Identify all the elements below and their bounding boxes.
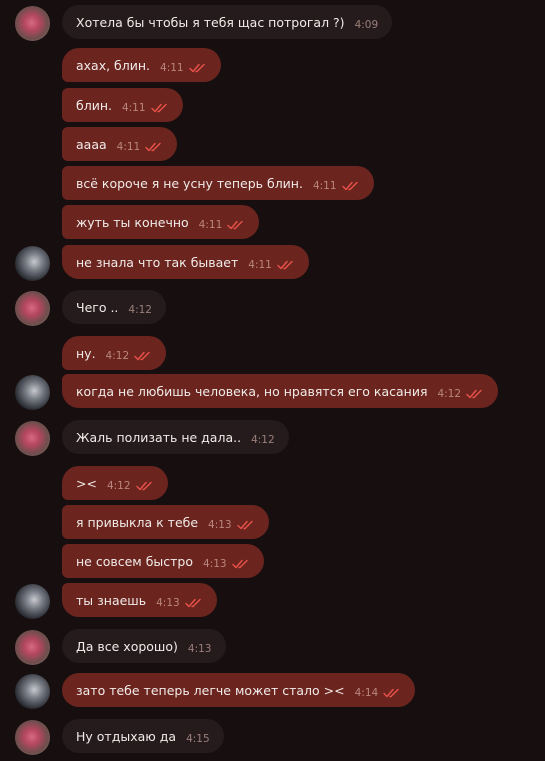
double-check-icon	[236, 520, 255, 530]
outgoing-message[interactable]: ну. 4:12	[0, 336, 545, 370]
message-text: когда не любишь человека, но нравятся ег…	[76, 383, 428, 399]
outgoing-message[interactable]: зато тебе теперь легче может стало >< 4:1…	[0, 673, 545, 709]
double-check-icon	[277, 260, 295, 270]
message-text: Хотела бы чтобы я тебя щас потрогал ?)	[76, 14, 345, 30]
message-time: 4:12	[128, 304, 152, 316]
message-bubble[interactable]: ну. 4:12	[62, 336, 167, 370]
double-check-icon	[145, 142, 163, 152]
message-text: Ну отдыхаю да	[76, 728, 177, 744]
double-check-icon	[188, 63, 207, 73]
incoming-message[interactable]: Чего .. 4:12	[0, 290, 545, 326]
message-text: ты знаешь	[76, 592, 147, 608]
message-text: аааа	[76, 136, 107, 152]
outgoing-message[interactable]: не знала что так бывает 4:11	[0, 245, 545, 281]
message-time: 4:13	[208, 519, 232, 531]
message-bubble[interactable]: ты знаешь 4:13	[62, 583, 217, 617]
message-bubble[interactable]: когда не любишь человека, но нравятся ег…	[62, 374, 499, 408]
message-time: 4:14	[354, 687, 379, 699]
outgoing-message[interactable]: жуть ты конечно 4:11	[0, 205, 545, 239]
contact-avatar[interactable]	[15, 421, 50, 456]
incoming-message[interactable]: Да все хорошо) 4:13	[0, 629, 545, 665]
my-avatar[interactable]	[15, 674, 50, 709]
message-time: 4:12	[251, 434, 275, 446]
message-time: 4:11	[121, 102, 146, 114]
contact-avatar[interactable]	[15, 291, 50, 326]
message-time: 4:11	[312, 180, 337, 192]
outgoing-message[interactable]: я привыкла к тебе 4:13	[0, 505, 545, 539]
outgoing-message[interactable]: >< 4:12	[0, 466, 545, 500]
message-bubble[interactable]: аааа 4:11	[62, 127, 178, 161]
message-bubble[interactable]: не знала что так бывает 4:11	[62, 245, 309, 279]
message-text: Чего ..	[76, 299, 119, 315]
message-text: ><	[76, 475, 97, 491]
message-time: 4:12	[105, 350, 130, 362]
double-check-icon	[134, 351, 152, 361]
my-avatar[interactable]	[15, 584, 50, 619]
incoming-message[interactable]: Хотела бы чтобы я тебя щас потрогал ?) 4:…	[0, 5, 545, 41]
message-bubble[interactable]: не совсем быстро 4:13	[62, 544, 264, 578]
message-bubble[interactable]: жуть ты конечно 4:11	[62, 205, 260, 239]
outgoing-message[interactable]: блин. 4:11	[0, 88, 545, 122]
message-text: ахах, блин.	[76, 57, 151, 73]
incoming-message[interactable]: Ну отдыхаю да 4:15	[0, 719, 545, 755]
message-text: Жаль полизать не дала..	[76, 429, 242, 445]
double-check-icon	[150, 103, 169, 113]
message-text: жуть ты конечно	[76, 214, 189, 230]
message-text: не совсем быстро	[76, 553, 194, 569]
double-check-icon	[383, 688, 401, 698]
outgoing-message[interactable]: аааа 4:11	[0, 127, 545, 161]
message-text: блин.	[76, 97, 112, 113]
outgoing-message[interactable]: не совсем быстро 4:13	[0, 544, 545, 578]
message-bubble[interactable]: всё короче я не усну теперь блин. 4:11	[62, 166, 374, 200]
double-check-icon	[227, 220, 245, 230]
message-text: ну.	[76, 345, 96, 361]
double-check-icon	[341, 181, 360, 191]
message-text: всё короче я не усну теперь блин.	[76, 175, 303, 191]
double-check-icon	[466, 389, 484, 399]
chat-message-list[interactable]: Хотела бы чтобы я тебя щас потрогал ?) 4:…	[0, 0, 545, 761]
message-time: 4:13	[187, 643, 212, 655]
contact-avatar[interactable]	[15, 630, 50, 665]
outgoing-message[interactable]: когда не любишь человека, но нравятся ег…	[0, 374, 545, 410]
my-avatar[interactable]	[15, 375, 50, 410]
message-text: не знала что так бывает	[76, 254, 239, 270]
outgoing-message[interactable]: ты знаешь 4:13	[0, 583, 545, 619]
message-bubble[interactable]: Жаль полизать не дала.. 4:12	[62, 420, 289, 454]
double-check-icon	[135, 481, 154, 491]
double-check-icon	[231, 559, 250, 569]
message-bubble[interactable]: Ну отдыхаю да 4:15	[62, 719, 224, 753]
outgoing-message[interactable]: ахах, блин. 4:11	[0, 48, 545, 82]
message-text: Да все хорошо)	[76, 638, 178, 654]
message-bubble[interactable]: я привыкла к тебе 4:13	[62, 505, 269, 539]
outgoing-message[interactable]: всё короче я не усну теперь блин. 4:11	[0, 166, 545, 200]
message-time: 4:13	[203, 558, 227, 570]
double-check-icon	[185, 598, 203, 608]
message-bubble[interactable]: блин. 4:11	[62, 88, 183, 122]
message-bubble[interactable]: Чего .. 4:12	[62, 290, 166, 324]
contact-avatar[interactable]	[15, 6, 50, 41]
message-time: 4:15	[186, 733, 210, 745]
incoming-message[interactable]: Жаль полизать не дала.. 4:12	[0, 420, 545, 456]
message-bubble[interactable]: >< 4:12	[62, 466, 168, 500]
message-bubble[interactable]: Хотела бы чтобы я тебя щас потрогал ?) 4:…	[62, 5, 393, 39]
message-time: 4:12	[437, 388, 462, 400]
message-text: зато тебе теперь легче может стало ><	[76, 682, 345, 698]
message-time: 4:12	[106, 480, 131, 492]
my-avatar[interactable]	[15, 246, 50, 281]
message-time: 4:09	[354, 19, 379, 31]
message-bubble[interactable]: ахах, блин. 4:11	[62, 48, 221, 82]
message-text: я привыкла к тебе	[76, 514, 199, 530]
contact-avatar[interactable]	[15, 720, 50, 755]
message-time: 4:11	[116, 141, 141, 153]
message-time: 4:11	[198, 219, 223, 231]
message-time: 4:11	[160, 62, 184, 74]
message-bubble[interactable]: зато тебе теперь легче может стало >< 4:1…	[62, 673, 416, 707]
message-time: 4:13	[156, 597, 180, 609]
message-time: 4:11	[248, 259, 272, 271]
message-bubble[interactable]: Да все хорошо) 4:13	[62, 629, 226, 663]
